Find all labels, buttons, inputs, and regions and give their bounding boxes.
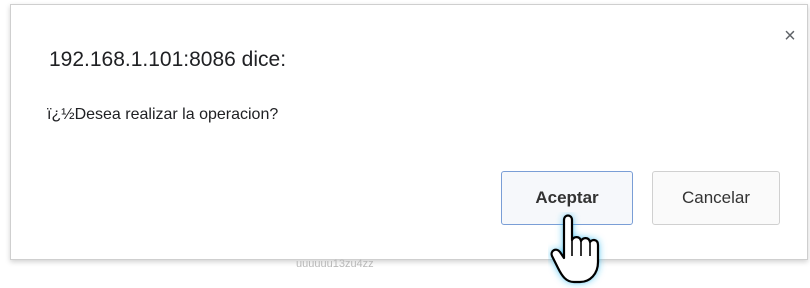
dialog-title: 192.168.1.101:8086 dice: xyxy=(49,48,287,71)
hand-pointer-icon xyxy=(550,214,600,284)
close-icon[interactable]: × xyxy=(779,25,801,47)
dialog-message: ï¿½Desea realizar la operacion? xyxy=(47,106,279,123)
alert-dialog: × 192.168.1.101:8086 dice: ï¿½Desea real… xyxy=(10,4,808,260)
background-page-text: uuuuuu13zu4zz xyxy=(296,258,374,270)
cancel-button[interactable]: Cancelar xyxy=(652,171,780,225)
